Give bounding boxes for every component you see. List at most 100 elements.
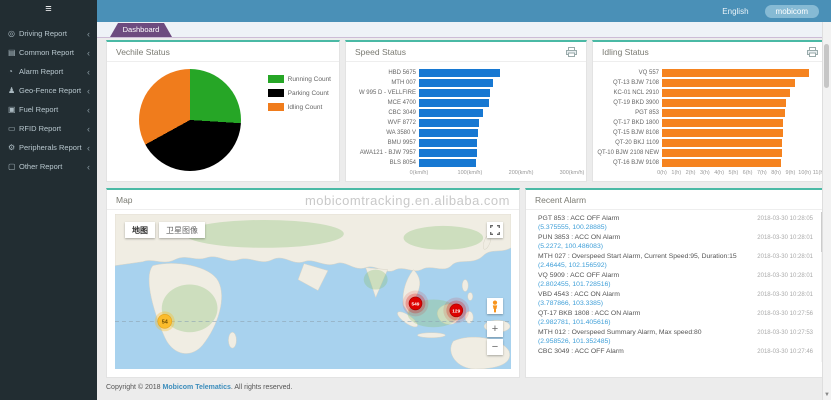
bar-track — [662, 69, 819, 77]
bar-track — [662, 159, 819, 167]
bar-category-label: BLS 8054 — [346, 160, 419, 166]
street-view-pegman-icon[interactable] — [487, 298, 503, 314]
company-link[interactable]: Mobicom Telematics — [163, 384, 231, 391]
alarm-coordinates-link[interactable]: (5.2272, 100.486083) — [538, 243, 813, 250]
alarm-coordinates-link[interactable]: (2.958526, 101.352485) — [538, 338, 813, 345]
idling-bar — [662, 149, 782, 157]
zoom-in-button[interactable]: + — [487, 321, 503, 337]
map-cluster-marker-red[interactable]: 129 — [443, 297, 469, 323]
bar-track — [419, 99, 572, 107]
map-canvas[interactable]: 54 549 129 地图 卫星图像 — [115, 214, 511, 369]
page-scrollbar[interactable]: ▼ — [822, 22, 831, 400]
alarm-coordinates-link[interactable]: (2.46445, 102.156592) — [538, 262, 813, 269]
sidebar-item[interactable]: ▤ Common Report ‹ — [0, 43, 97, 62]
legend-item[interactable]: Idling Count — [268, 103, 331, 111]
alarm-list: PGT 853 : ACC OFF Alarm 2018-03-30 10:28… — [526, 210, 827, 374]
speed-bar — [419, 89, 490, 97]
x-axis: 0(h)1(h)2(h)3(h)4(h)5(h)6(h)7(h)8(h)9(h)… — [662, 168, 819, 178]
sidebar-item[interactable]: ◎ Driving Report ‹ — [0, 24, 97, 43]
bar-category-label: MTH 007 — [346, 80, 419, 86]
idling-bar — [662, 159, 781, 167]
zoom-out-button[interactable]: − — [487, 339, 503, 355]
speed-bar — [419, 159, 476, 167]
map-type-button[interactable]: 地图 — [125, 222, 155, 238]
print-icon[interactable] — [807, 47, 818, 57]
sidebar-item-label: Geo-Fence Report — [19, 86, 87, 95]
bar-category-label: QT-19 BKD 3900 — [593, 100, 662, 106]
sidebar-item-label: Fuel Report — [19, 105, 87, 114]
alarm-coordinates-link[interactable]: (2.982781, 101.405616) — [538, 319, 813, 326]
alarm-coordinates-link[interactable]: (2.802455, 101.728516) — [538, 281, 813, 288]
bar-track — [419, 79, 572, 87]
scrollbar-thumb[interactable] — [824, 44, 829, 88]
axis-tick-label: 10(h) — [798, 170, 811, 176]
watermark-text: mobicomtracking.en.alibaba.com — [305, 193, 510, 208]
axis-tick-label: 6(h) — [743, 170, 753, 176]
sidebar-item[interactable]: ▭ RFID Report ‹ — [0, 119, 97, 138]
idling-bar — [662, 99, 786, 107]
fullscreen-icon[interactable] — [487, 222, 503, 238]
language-selector[interactable]: English — [722, 7, 748, 16]
axis-tick-label: 5(h) — [729, 170, 739, 176]
legend-swatch — [268, 75, 284, 83]
idling-bar — [662, 69, 809, 77]
axis-tick-label: 100(km/h) — [458, 170, 483, 176]
vehicle-status-pie-chart[interactable] — [139, 69, 241, 171]
account-button[interactable]: mobicom — [765, 5, 819, 18]
tab-dashboard[interactable]: Dashboard — [110, 23, 172, 37]
bar-track — [419, 159, 572, 167]
bar-category-label: WA 3580 V — [346, 130, 419, 136]
chevron-left-icon: ‹ — [87, 67, 90, 77]
scroll-down-arrow-icon[interactable]: ▼ — [823, 392, 831, 398]
footer-copyright: Copyright © 2018 Mobicom Telematics. All… — [106, 384, 292, 391]
bar-row: MTH 007 — [346, 78, 586, 88]
axis-tick-label: 0(h) — [657, 170, 667, 176]
bar-track — [419, 109, 572, 117]
sidebar-menu: ◎ Driving Report ‹ ▤ Common Report ‹ ◔ A… — [0, 24, 97, 176]
sidebar-item[interactable]: ⚙ Peripherals Report ‹ — [0, 138, 97, 157]
speed-bar — [419, 109, 483, 117]
menu-toggle-button[interactable]: ≡ — [0, 0, 97, 18]
bar-category-label: BMU 9957 — [346, 140, 419, 146]
chevron-left-icon: ‹ — [87, 143, 90, 153]
bar-row: BMU 9957 — [346, 138, 586, 148]
report-icon: ▤ — [8, 48, 19, 57]
sidebar-item[interactable]: ▣ Fuel Report ‹ — [0, 100, 97, 119]
bar-track — [662, 79, 819, 87]
bar-track — [419, 129, 572, 137]
alarm-coordinates-link[interactable]: (3.787866, 103.3385) — [538, 300, 813, 307]
sidebar-item[interactable]: ◔ Alarm Report ‹ — [0, 62, 97, 81]
alarm-text: VBD 4543 : ACC ON Alarm — [538, 291, 620, 298]
sidebar-item[interactable]: ♟ Geo-Fence Report ‹ — [0, 81, 97, 100]
alarm-timestamp: 2018-03-30 10:27:56 — [757, 311, 813, 317]
alarm-coordinates-link[interactable]: (5.375555, 100.28885) — [538, 224, 813, 231]
bar-category-label: AWA121 - BJW 7957 — [346, 150, 419, 156]
idling-bar-chart: VQ 557 QT-13 BJW 7108 KC-01 NCL 2910 — [593, 62, 827, 178]
report-icon: ◔ — [8, 67, 19, 76]
idling-bar — [662, 89, 790, 97]
bar-row: BLS 8054 — [346, 158, 586, 168]
map-cluster-marker-red[interactable]: 549 — [403, 291, 429, 317]
legend-item[interactable]: Parking Count — [268, 89, 331, 97]
dashboard-screen: ≡ ◎ Driving Report ‹ ▤ Common Report ‹ ◔… — [0, 0, 831, 400]
bar-track — [419, 149, 572, 157]
legend-item[interactable]: Running Count — [268, 75, 331, 83]
alarm-timestamp: 2018-03-30 10:27:53 — [757, 330, 813, 336]
bar-row: CBC 3049 — [346, 108, 586, 118]
bar-category-label: W 995 D - VELLFIRE — [346, 90, 419, 96]
print-icon[interactable] — [566, 47, 577, 57]
bar-row: HBD 5675 — [346, 68, 586, 78]
axis-tick-label: 300(km/h) — [560, 170, 585, 176]
copyright-prefix: Copyright © 2018 — [106, 384, 163, 391]
bar-category-label: QT-16 BJW 9108 — [593, 160, 662, 166]
bar-row: WVF 8772 — [346, 118, 586, 128]
bar-category-label: QT-20 BKJ 1109 — [593, 140, 662, 146]
bar-row: QT-15 BJW 8108 — [593, 128, 827, 138]
alarm-timestamp: 2018-03-30 10:28:01 — [757, 292, 813, 298]
legend-swatch — [268, 103, 284, 111]
report-icon: ▢ — [8, 162, 19, 171]
axis-tick-label: 2(h) — [686, 170, 696, 176]
satellite-view-button[interactable]: 卫星图像 — [159, 222, 205, 238]
sidebar-item[interactable]: ▢ Other Report ‹ — [0, 157, 97, 176]
map-cluster-marker-yellow[interactable]: 54 — [155, 311, 175, 331]
